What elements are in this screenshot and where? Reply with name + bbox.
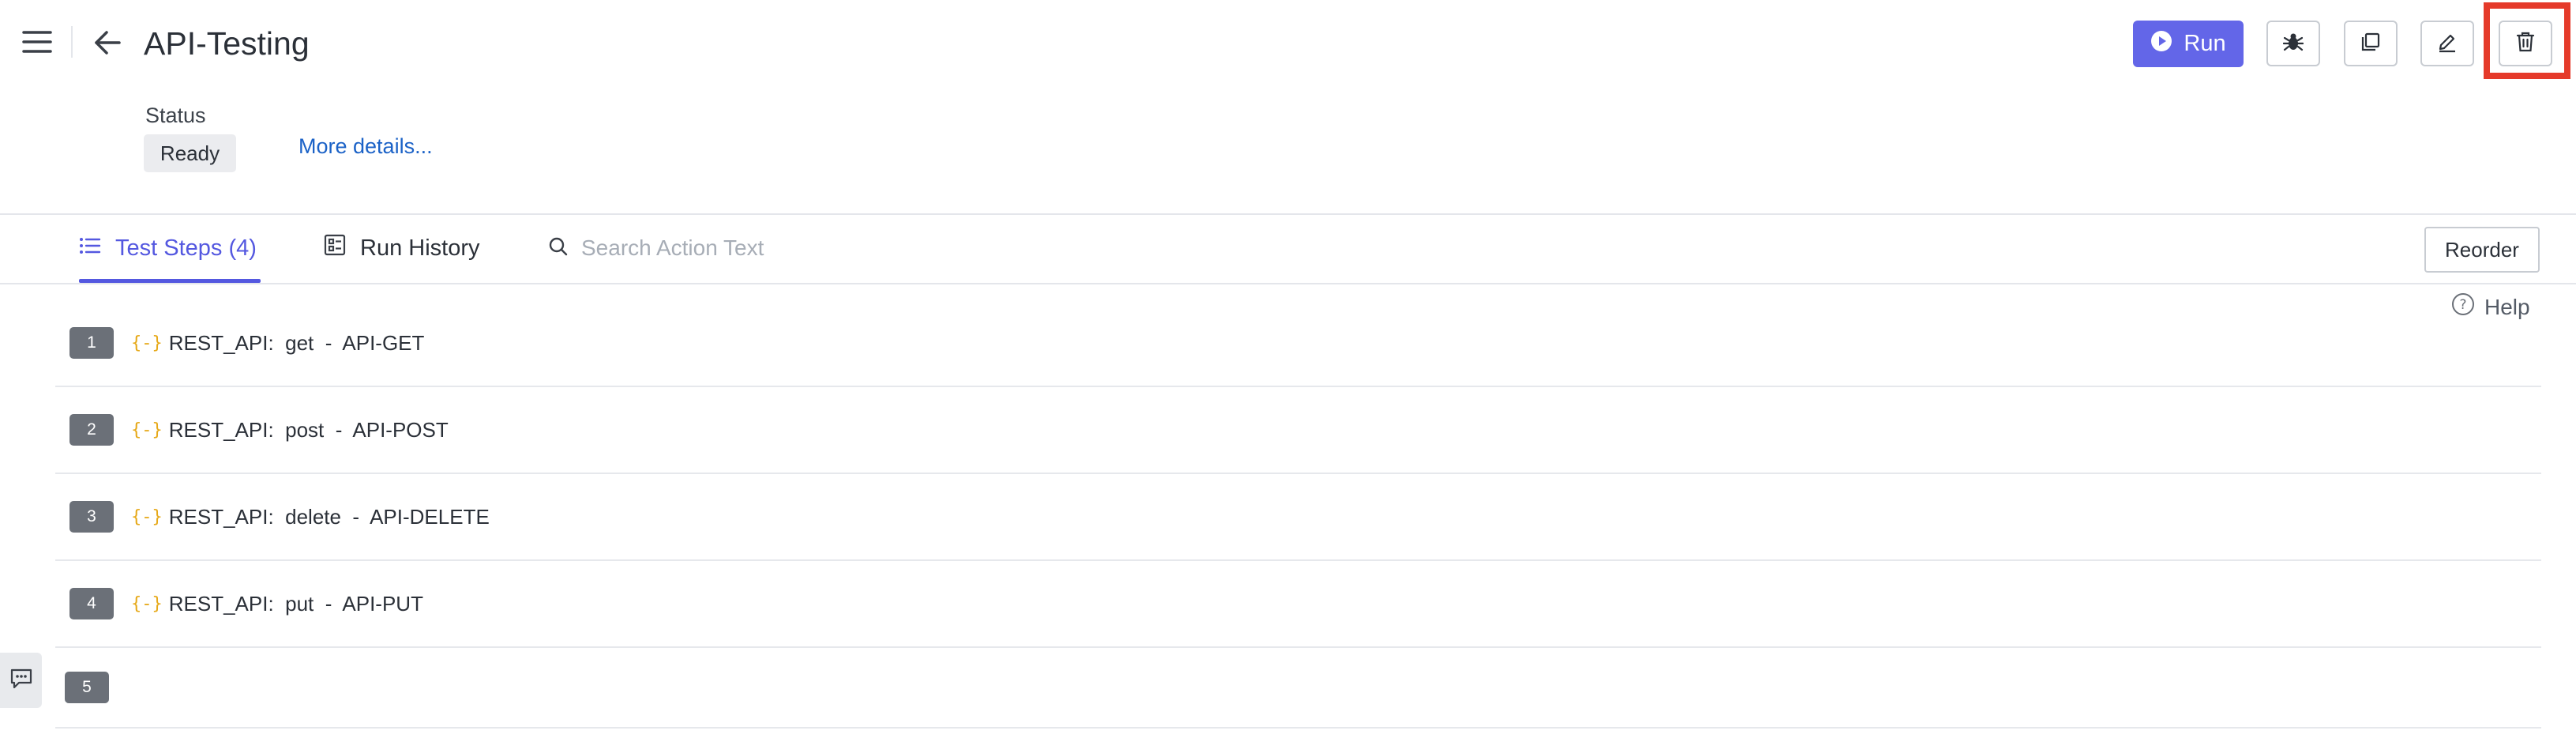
tab-test-steps-label: Test Steps (4) bbox=[115, 235, 257, 261]
pencil-icon bbox=[2436, 31, 2458, 57]
step-number-badge: 2 bbox=[69, 414, 114, 446]
help-link[interactable]: ? Help bbox=[2451, 292, 2530, 322]
status-label: Status bbox=[145, 104, 206, 127]
step-text: REST_API: delete - API-DELETE bbox=[168, 504, 490, 529]
list-item[interactable]: 1 {-} REST_API: get - API-GET bbox=[69, 327, 424, 359]
history-list-icon bbox=[324, 234, 346, 262]
row-divider bbox=[55, 646, 2541, 648]
api-braces-icon: {-} bbox=[131, 506, 163, 527]
api-braces-icon: {-} bbox=[131, 420, 163, 440]
bug-icon bbox=[2282, 32, 2304, 56]
delete-button-highlight bbox=[2484, 2, 2570, 79]
step-text: REST_API: post - API-POST bbox=[168, 417, 449, 442]
api-braces-icon: {-} bbox=[131, 333, 163, 353]
step-number-badge: 5 bbox=[65, 672, 109, 703]
tab-run-history-label: Run History bbox=[360, 235, 480, 261]
search-input[interactable] bbox=[580, 235, 867, 262]
section-divider bbox=[0, 213, 2576, 215]
back-arrow-icon[interactable] bbox=[88, 24, 126, 62]
step-number-badge: 4 bbox=[69, 588, 114, 619]
list-item[interactable]: 4 {-} REST_API: put - API-PUT bbox=[69, 588, 423, 619]
row-divider bbox=[55, 727, 2541, 729]
run-button-label: Run bbox=[2184, 31, 2226, 56]
step-text: REST_API: get - API-GET bbox=[168, 330, 425, 355]
run-button[interactable]: Run bbox=[2133, 21, 2244, 67]
row-divider bbox=[55, 473, 2541, 474]
menu-icon[interactable] bbox=[17, 22, 57, 62]
more-details-link[interactable]: More details... bbox=[299, 134, 433, 159]
chat-bubble-icon bbox=[9, 668, 33, 694]
svg-text:?: ? bbox=[2459, 297, 2466, 313]
tab-run-history[interactable]: Run History bbox=[324, 232, 480, 264]
header-divider bbox=[71, 26, 73, 58]
play-circle-icon bbox=[2150, 30, 2172, 58]
list-item[interactable]: 5 bbox=[65, 672, 126, 703]
list-item[interactable]: 2 {-} REST_API: post - API-POST bbox=[69, 414, 449, 446]
help-circle-icon: ? bbox=[2451, 292, 2475, 322]
list-icon bbox=[79, 235, 101, 262]
duplicate-button[interactable] bbox=[2344, 21, 2398, 66]
edit-button[interactable] bbox=[2420, 21, 2474, 66]
step-number-badge: 1 bbox=[69, 327, 114, 359]
feedback-tab[interactable] bbox=[0, 653, 42, 708]
tab-test-steps[interactable]: Test Steps (4) bbox=[79, 232, 257, 264]
copy-icon bbox=[2360, 32, 2381, 56]
step-number-badge: 3 bbox=[69, 501, 114, 533]
row-divider bbox=[55, 559, 2541, 561]
list-item[interactable]: 3 {-} REST_API: delete - API-DELETE bbox=[69, 501, 490, 533]
reorder-button[interactable]: Reorder bbox=[2424, 227, 2540, 273]
status-badge: Ready bbox=[144, 134, 236, 172]
tabs-divider bbox=[0, 283, 2576, 284]
debug-button[interactable] bbox=[2266, 21, 2320, 66]
help-label: Help bbox=[2484, 294, 2530, 319]
step-text: REST_API: put - API-PUT bbox=[168, 591, 423, 616]
search-icon bbox=[548, 236, 569, 261]
row-divider bbox=[55, 386, 2541, 387]
page-title: API-Testing bbox=[144, 25, 310, 62]
search-box[interactable] bbox=[548, 232, 867, 264]
api-braces-icon: {-} bbox=[131, 593, 163, 614]
